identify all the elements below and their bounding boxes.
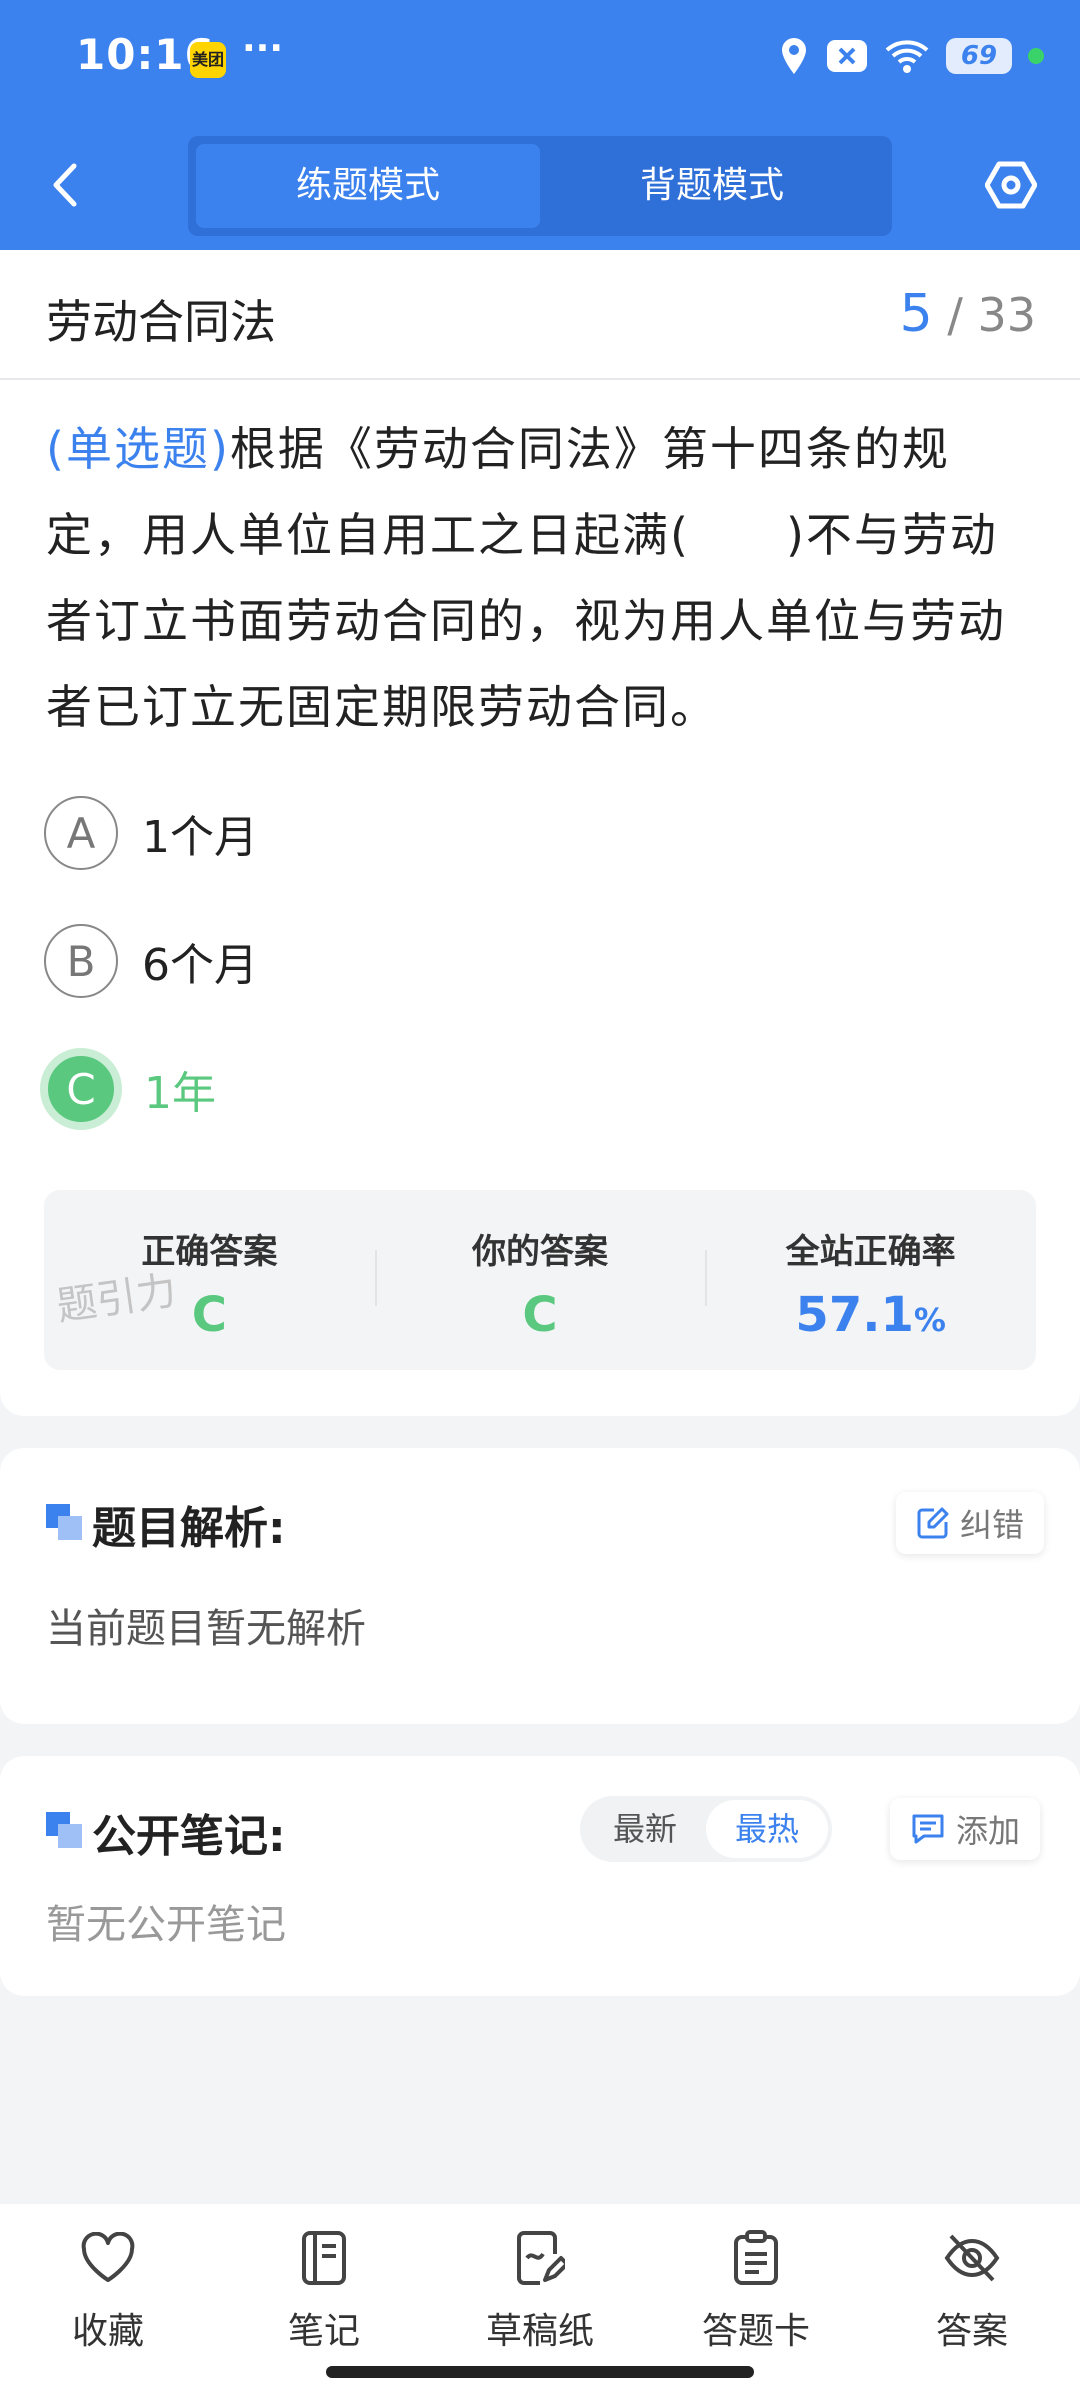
analysis-text: 当前题目暂无解析	[46, 1606, 366, 1652]
comment-icon	[912, 1814, 944, 1844]
option-b[interactable]: B 6个月	[44, 924, 258, 998]
heart-icon	[78, 2228, 138, 2288]
notes-title: 公开笔记:	[92, 1811, 286, 1862]
show-answer-button[interactable]: 答案	[864, 2204, 1080, 2400]
your-answer-label: 你的答案	[472, 1232, 608, 1272]
analysis-title: 题目解析:	[92, 1503, 286, 1554]
tab-practice-mode[interactable]: 练题模式	[196, 144, 540, 228]
notes-label: 笔记	[287, 2311, 360, 2352]
battery-icon: 69	[946, 38, 1012, 74]
report-error-label: 纠错	[960, 1506, 1025, 1544]
edit-icon	[917, 1507, 949, 1539]
option-letter: B	[44, 924, 118, 998]
title-bar: 劳动合同法 5 / 33	[0, 250, 1080, 380]
page-title: 劳动合同法	[46, 295, 276, 349]
accuracy-block: 全站正确率 57.1%	[705, 1190, 1036, 1370]
accuracy-number: 57.1	[795, 1287, 914, 1343]
favorite-label: 收藏	[71, 2311, 144, 2352]
settings-button[interactable]	[978, 150, 1044, 220]
eye-off-icon	[942, 2228, 1002, 2288]
mode-switch: 练题模式 背题模式	[188, 136, 892, 236]
chevron-left-icon	[53, 163, 77, 207]
settings-icon	[985, 161, 1037, 209]
draft-paper-label: 草稿纸	[485, 2311, 594, 2352]
public-notes-card: 公开笔记: 最新 最热 添加 暂无公开笔记	[0, 1756, 1080, 1996]
section-square-icon	[46, 1504, 82, 1540]
analysis-card: 题目解析: 纠错 当前题目暂无解析	[0, 1448, 1080, 1724]
correct-answer-label: 正确答案	[141, 1232, 278, 1272]
answer-card-label: 答题卡	[701, 2311, 810, 2352]
progress-separator: /	[947, 288, 963, 342]
meituan-badge-icon: 美团	[190, 42, 226, 78]
your-answer-value: C	[522, 1287, 558, 1343]
option-text: 6个月	[142, 940, 258, 991]
wifi-icon	[885, 40, 929, 73]
notes-empty-text: 暂无公开笔记	[46, 1902, 286, 1948]
tab-recite-mode[interactable]: 背题模式	[540, 144, 884, 228]
answer-card-icon	[726, 2228, 786, 2288]
option-letter: A	[44, 796, 118, 870]
favorite-button[interactable]: 收藏	[0, 2204, 216, 2400]
home-indicator[interactable]	[326, 2366, 754, 2378]
your-answer-block: 你的答案 C	[374, 1190, 706, 1370]
total-questions: 33	[977, 288, 1036, 342]
sort-hottest[interactable]: 最热	[706, 1800, 828, 1858]
add-note-label: 添加	[956, 1812, 1021, 1850]
app-header: 10:16 美团 ··· 69 练题模式 背题模式	[0, 0, 1080, 250]
add-note-button[interactable]: 添加	[890, 1798, 1041, 1860]
current-question-number: 5	[899, 284, 933, 344]
status-more-icon: ···	[242, 28, 284, 69]
accuracy-label: 全站正确率	[785, 1232, 956, 1272]
back-button[interactable]	[40, 150, 90, 220]
answer-result-panel: 正确答案 C 你的答案 C 全站正确率 57.1%	[44, 1190, 1036, 1370]
status-icons: 69	[778, 36, 1044, 76]
privacy-dot-icon	[1028, 48, 1044, 64]
option-c[interactable]: C 1年	[40, 1048, 216, 1130]
option-a[interactable]: A 1个月	[44, 796, 258, 870]
question-type-label: (单选题)	[46, 422, 230, 476]
report-error-button[interactable]: 纠错	[896, 1492, 1045, 1554]
question-progress: 5 / 33	[900, 284, 1036, 344]
location-icon	[782, 38, 806, 74]
option-letter: C	[40, 1048, 122, 1130]
question-stem: (单选题)根据《劳动合同法》第十四条的规定，用人单位自用工之日起满( )不与劳动…	[46, 406, 1036, 750]
sort-latest[interactable]: 最新	[584, 1800, 706, 1858]
close-notification-icon	[827, 40, 867, 72]
option-text: 1个月	[142, 812, 258, 863]
question-card: (单选题)根据《劳动合同法》第十四条的规定，用人单位自用工之日起满( )不与劳动…	[0, 380, 1080, 1416]
draft-paper-icon	[510, 2228, 570, 2288]
section-square-icon	[46, 1812, 82, 1848]
notebook-icon	[294, 2228, 354, 2288]
accuracy-value: 57.1%	[705, 1287, 1036, 1343]
show-answer-label: 答案	[935, 2311, 1008, 2352]
accuracy-unit: %	[913, 1301, 946, 1339]
option-text: 1年	[144, 1068, 216, 1119]
notes-sort-toggle: 最新 最热	[580, 1796, 832, 1862]
